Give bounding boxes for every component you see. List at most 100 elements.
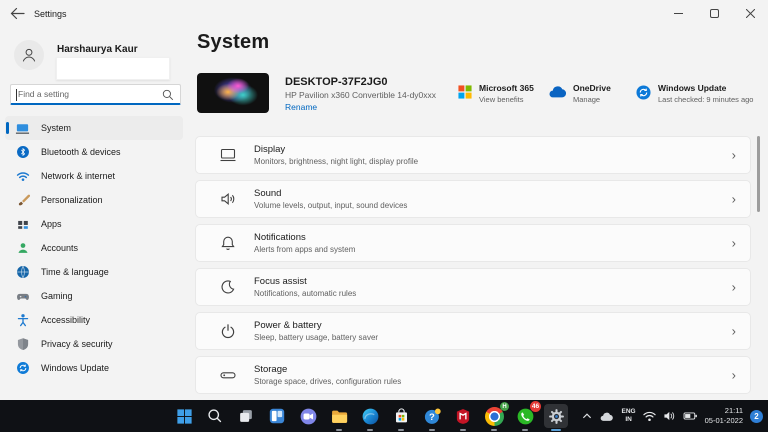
sidebar-item-windows-update[interactable]: Windows Update: [5, 356, 183, 380]
apps-icon: [15, 217, 30, 232]
chevron-right-icon: ›: [731, 147, 736, 163]
windows-logo-icon: [176, 408, 192, 424]
card-display[interactable]: Display Monitors, brightness, night light…: [195, 136, 751, 174]
storage-drive-icon: [218, 366, 238, 384]
sidebar-item-accessibility[interactable]: Accessibility: [5, 308, 183, 332]
sidebar-item-personalization[interactable]: Personalization: [5, 188, 183, 212]
tray-wifi[interactable]: [642, 411, 656, 422]
chevron-right-icon: ›: [731, 323, 736, 339]
clock[interactable]: 21:11 05-01-2022: [705, 406, 743, 426]
chrome-profile-badge: H: [500, 402, 509, 411]
settings-taskbar-button[interactable]: [544, 404, 568, 431]
tray-onedrive[interactable]: [599, 411, 615, 422]
status-link[interactable]: View benefits: [479, 95, 534, 104]
power-icon: [218, 322, 238, 340]
gear-icon: [548, 408, 564, 424]
search-box[interactable]: [10, 84, 181, 105]
teams-chat-button[interactable]: [296, 404, 320, 428]
chrome-button[interactable]: H: [482, 402, 509, 431]
widgets-button[interactable]: [265, 404, 289, 428]
card-sound[interactable]: Sound Volume levels, output, input, sound…: [195, 180, 751, 218]
card-subtitle: Sleep, battery usage, battery saver: [254, 333, 379, 342]
search-icon: [208, 409, 222, 423]
start-button[interactable]: [172, 404, 196, 428]
task-view-icon: [240, 410, 252, 422]
speaker-icon: [664, 411, 674, 421]
get-help-button[interactable]: ?: [420, 404, 444, 431]
sidebar-item-label: Network & internet: [41, 171, 116, 181]
card-storage[interactable]: Storage Storage space, drives, configurat…: [195, 356, 751, 394]
chevron-right-icon: ›: [731, 191, 736, 207]
back-button[interactable]: [10, 7, 26, 21]
sidebar-item-label: Apps: [41, 219, 62, 229]
sidebar-item-system[interactable]: System: [5, 116, 183, 140]
taskbar-search-button[interactable]: [203, 404, 227, 428]
chevron-right-icon: ›: [731, 367, 736, 383]
status-link[interactable]: Manage: [573, 95, 611, 104]
running-indicator: [398, 429, 404, 431]
tray-chevron-up[interactable]: [582, 412, 592, 420]
card-notifications[interactable]: Notifications Alerts from apps and system…: [195, 224, 751, 262]
mcafee-button[interactable]: [451, 404, 475, 431]
language-indicator[interactable]: ENG IN: [622, 408, 636, 424]
back-arrow-icon: [10, 7, 25, 20]
sidebar-item-gaming[interactable]: Gaming: [5, 284, 183, 308]
file-explorer-button[interactable]: [327, 404, 351, 431]
running-indicator: [460, 429, 466, 431]
maximize-button[interactable]: [696, 0, 732, 26]
tray-battery[interactable]: [683, 410, 698, 422]
status-onedrive[interactable]: OneDrive Manage: [548, 83, 611, 104]
account-type-box: [56, 57, 170, 80]
avatar[interactable]: [14, 40, 44, 70]
sidebar-item-label: Time & language: [41, 267, 109, 277]
wifi-icon: [642, 411, 656, 421]
accounts-icon: [15, 241, 30, 256]
sidebar-nav: System Bluetooth & devices Network & int…: [5, 116, 183, 380]
battery-icon: [683, 412, 697, 420]
sidebar-item-network-internet[interactable]: Network & internet: [5, 164, 183, 188]
sidebar-item-apps[interactable]: Apps: [5, 212, 183, 236]
notification-count-badge[interactable]: 2: [750, 409, 763, 423]
taskbar: ? H 46 ENG IN 21:11 05-01-2022 2: [0, 400, 768, 432]
crescent-moon-icon: [218, 278, 238, 296]
sidebar-item-privacy-security[interactable]: Privacy & security: [5, 332, 183, 356]
status-title: Windows Update: [658, 83, 727, 93]
language-code: ENG: [621, 408, 636, 416]
close-button[interactable]: [732, 0, 768, 26]
search-input[interactable]: [11, 85, 180, 103]
whatsapp-badge: 46: [530, 401, 541, 412]
bell-icon: [218, 234, 238, 252]
microsoft-store-button[interactable]: [389, 404, 413, 431]
status-windows-update[interactable]: Windows Update Last checked: 9 minutes a…: [636, 83, 753, 105]
edge-button[interactable]: [358, 404, 382, 431]
minimize-button[interactable]: [660, 0, 696, 26]
status-title: Microsoft 365: [479, 83, 534, 93]
running-indicator: [336, 429, 342, 431]
microsoft-logo-icon: [458, 85, 472, 104]
rename-link[interactable]: Rename: [285, 102, 317, 112]
accessibility-icon: [15, 313, 30, 328]
card-title: Notifications: [254, 232, 306, 243]
card-power-battery[interactable]: Power & battery Sleep, battery usage, bat…: [195, 312, 751, 350]
update-icon: [15, 361, 30, 376]
sidebar-item-time-language[interactable]: Time & language: [5, 260, 183, 284]
whatsapp-button[interactable]: 46: [513, 401, 541, 431]
widgets-icon: [269, 408, 285, 424]
display-icon: [218, 146, 238, 164]
scrollbar[interactable]: [757, 136, 760, 212]
card-focus-assist[interactable]: Focus assist Notifications, automatic rul…: [195, 268, 751, 306]
sidebar-item-accounts[interactable]: Accounts: [5, 236, 183, 260]
task-view-button[interactable]: [234, 404, 258, 428]
status-title: OneDrive: [573, 83, 611, 93]
edge-icon: [362, 408, 378, 424]
device-model: HP Pavilion x360 Convertible 14-dy0xxx: [285, 90, 437, 100]
status-microsoft-365[interactable]: Microsoft 365 View benefits: [458, 83, 534, 104]
sidebar-item-label: Accessibility: [41, 315, 91, 325]
tray-volume[interactable]: [663, 410, 676, 422]
sidebar-item-label: Windows Update: [41, 363, 110, 373]
selection-indicator: [6, 122, 9, 134]
card-title: Display: [254, 144, 286, 155]
chevron-up-icon: [582, 413, 591, 419]
sidebar-item-bluetooth-devices[interactable]: Bluetooth & devices: [5, 140, 183, 164]
titlebar: Settings: [0, 0, 768, 28]
